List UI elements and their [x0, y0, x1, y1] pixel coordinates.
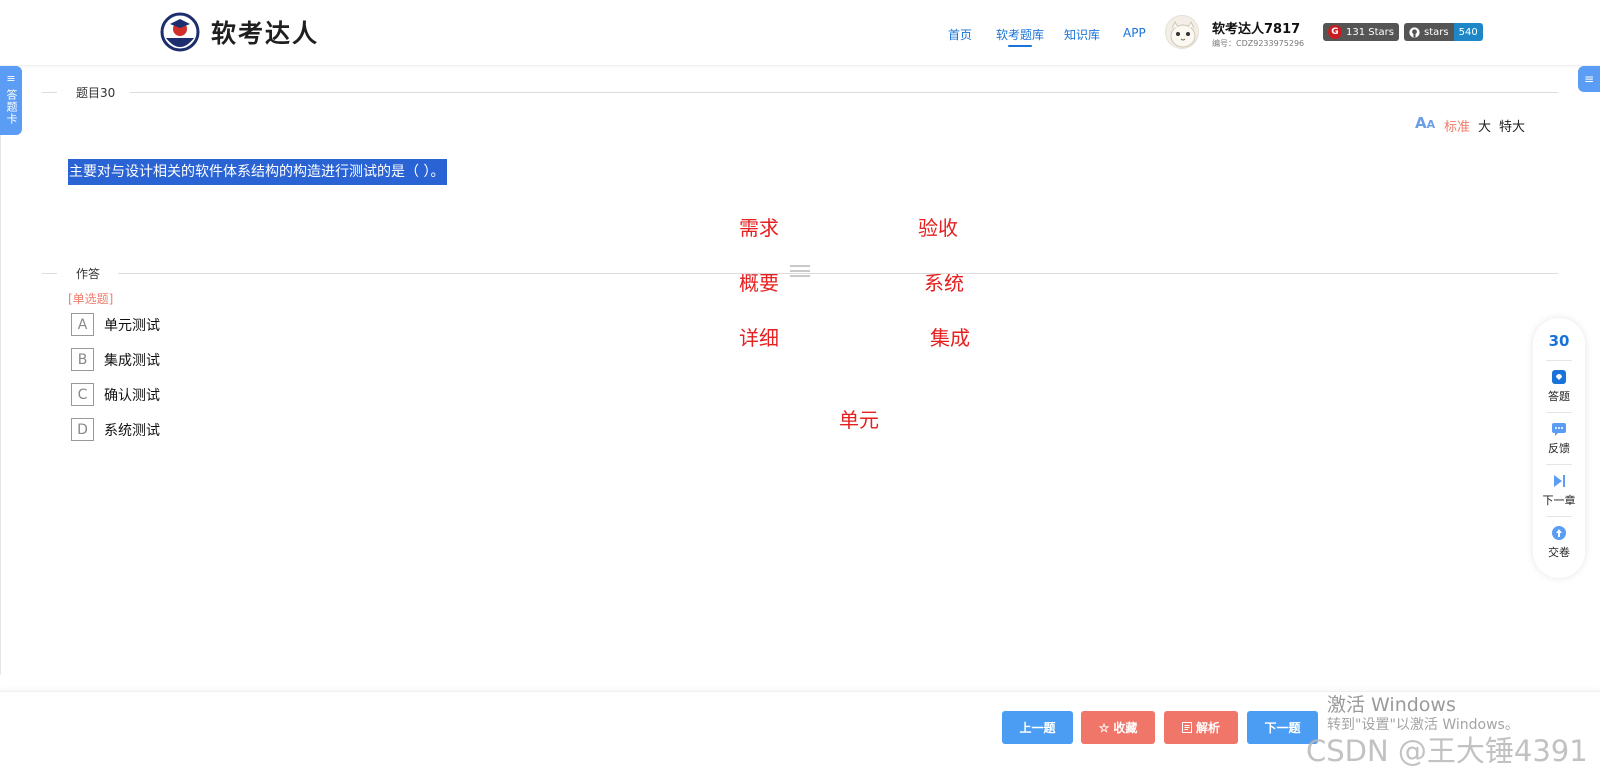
gitee-icon: G	[1328, 25, 1342, 39]
annotation-label: 验收	[918, 216, 958, 240]
document-icon	[1181, 722, 1192, 733]
answer-button[interactable]: 答题	[1533, 370, 1585, 404]
right-menu-tab[interactable]: ≡	[1578, 66, 1600, 92]
annotation-label: 详细	[739, 326, 779, 350]
separator	[1546, 516, 1572, 517]
logo-icon[interactable]	[158, 12, 203, 54]
next-chapter-label: 下一章	[1542, 494, 1576, 507]
avatar-image-icon	[1170, 20, 1196, 48]
next-chapter-button[interactable]: 下一章	[1533, 474, 1585, 508]
feedback-icon	[1552, 423, 1566, 436]
annotation-label: 概要	[739, 271, 779, 295]
github-icon	[1409, 26, 1420, 38]
feedback-label: 反馈	[1548, 442, 1570, 455]
analysis-label: 解析	[1195, 721, 1220, 735]
gitee-stars-badge[interactable]: G 131 Stars	[1323, 23, 1399, 41]
analysis-button[interactable]: 解析	[1164, 711, 1238, 744]
section-divider	[42, 92, 57, 93]
section-divider	[118, 273, 1558, 274]
option-c[interactable]: C 确认测试	[71, 383, 160, 406]
menu-icon: ≡	[1583, 72, 1595, 86]
csdn-watermark: CSDN @王大锤4391	[1306, 734, 1588, 768]
separator	[1546, 464, 1572, 465]
question-number: 30	[1548, 332, 1570, 350]
question-type: [单选题]	[68, 292, 114, 306]
answer-icon	[1552, 370, 1566, 384]
font-size-standard[interactable]: 标准	[1444, 116, 1470, 135]
logo-text[interactable]: 软考达人	[211, 14, 319, 50]
annotation-label: 单元	[839, 408, 879, 432]
top-header: 软考达人 首页 软考题库 知识库 APP 软考达人7817 编号：CDZ9233…	[0, 0, 1600, 66]
star-icon: ☆	[1098, 720, 1110, 735]
separator	[1546, 360, 1572, 361]
nav-home[interactable]: 首页	[948, 26, 972, 43]
font-size-large[interactable]: 大	[1478, 116, 1491, 135]
answer-card-label: 答题卡	[5, 89, 18, 125]
drag-handle-icon[interactable]	[790, 265, 810, 277]
nav-app[interactable]: APP	[1123, 26, 1146, 40]
submit-label: 交卷	[1548, 546, 1570, 559]
favorite-label: 收藏	[1113, 721, 1138, 735]
option-d[interactable]: D 系统测试	[71, 418, 160, 441]
github-stars-label: stars	[1424, 26, 1449, 38]
answer-section-title: 作答	[74, 265, 103, 282]
separator	[1546, 412, 1572, 413]
username[interactable]: 软考达人7817	[1212, 18, 1300, 37]
option-a[interactable]: A 单元测试	[71, 313, 160, 336]
answer-label: 答题	[1548, 390, 1570, 403]
question-section-title: 题目30	[74, 84, 118, 101]
user-id: 编号：CDZ9233975296	[1212, 39, 1305, 48]
content-border	[0, 135, 1, 675]
next-chapter-icon	[1554, 475, 1565, 487]
option-text[interactable]: 单元测试	[104, 315, 160, 335]
annotation-label: 系统	[924, 271, 964, 295]
menu-icon: ≡	[6, 72, 16, 85]
floating-toolbar: 30 答题 反馈 下一章 交卷	[1533, 318, 1585, 578]
section-divider	[42, 273, 57, 274]
gitee-stars-count: 131 Stars	[1346, 26, 1394, 38]
option-key[interactable]: A	[71, 313, 94, 336]
question-stem: 主要对与设计相关的软件体系结构的构造进行测试的是（ ）。	[68, 159, 448, 185]
option-key[interactable]: C	[71, 383, 94, 406]
previous-question-button[interactable]: 上一题	[1002, 711, 1073, 744]
github-stars-badge[interactable]: stars 540	[1404, 23, 1483, 41]
option-text[interactable]: 集成测试	[104, 350, 160, 370]
submit-icon	[1552, 526, 1566, 540]
option-text[interactable]: 确认测试	[104, 385, 160, 405]
option-text[interactable]: 系统测试	[104, 420, 160, 440]
font-size-icon: AA	[1415, 114, 1436, 132]
github-stars-count: 540	[1453, 23, 1483, 41]
next-question-label: 下一题	[1264, 721, 1301, 735]
section-divider	[130, 92, 1558, 93]
font-size-extra-large[interactable]: 特大	[1499, 116, 1525, 135]
option-key[interactable]: B	[71, 348, 94, 371]
previous-question-label: 上一题	[1019, 721, 1056, 735]
feedback-button[interactable]: 反馈	[1533, 422, 1585, 456]
submit-paper-button[interactable]: 交卷	[1533, 526, 1585, 560]
windows-activation-watermark: 激活 Windows	[1327, 694, 1456, 716]
annotation-label: 集成	[930, 326, 970, 350]
nav-knowledge-base[interactable]: 知识库	[1064, 26, 1100, 43]
option-key[interactable]: D	[71, 418, 94, 441]
answer-card-tab[interactable]: ≡ 答题卡	[0, 66, 22, 135]
annotation-label: 需求	[739, 216, 779, 240]
option-b[interactable]: B 集成测试	[71, 348, 160, 371]
favorite-button[interactable]: ☆ 收藏	[1081, 711, 1155, 744]
nav-question-bank[interactable]: 软考题库	[996, 26, 1044, 47]
avatar[interactable]	[1165, 15, 1199, 49]
